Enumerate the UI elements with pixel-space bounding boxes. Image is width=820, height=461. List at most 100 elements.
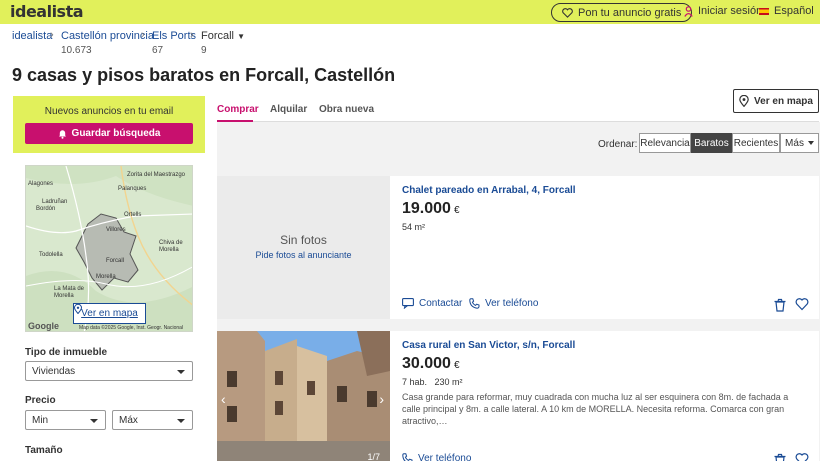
heart-favorite-icon[interactable]: [795, 452, 809, 461]
photo-counter: 1/7: [367, 452, 380, 461]
map-place-label: Alagones: [28, 181, 54, 187]
top-header: idealista Pon tu anuncio gratis Iniciar …: [0, 0, 820, 24]
show-phone-button[interactable]: Ver teléfono: [402, 453, 471, 461]
login-link[interactable]: Iniciar sesión: [684, 5, 762, 17]
tab-comprar[interactable]: Comprar: [217, 104, 259, 115]
sort-recientes[interactable]: Recientes: [732, 133, 780, 153]
login-label: Iniciar sesión: [698, 5, 763, 17]
show-phone-label: Ver teléfono: [485, 298, 539, 309]
listing-title[interactable]: Chalet pareado en Arrabal, 4, Forcall: [402, 185, 576, 196]
location-map[interactable]: Alagones Zorita del Maestrazgo Palanques…: [25, 165, 193, 332]
property-type-value: Viviendas: [32, 365, 76, 377]
breadcrumb-link[interactable]: idealista: [12, 30, 52, 42]
email-alert-box: Nuevos anuncios en tu email Guardar búsq…: [13, 96, 205, 153]
breadcrumb-item-castellon[interactable]: Castellón provincia 10.673: [61, 30, 154, 56]
contact-button[interactable]: Contactar: [402, 298, 462, 309]
listing-description: Casa grande para reformar, muy cuadrada …: [402, 392, 789, 426]
price-max-value: Máx: [119, 414, 138, 426]
photo-prev-icon[interactable]: ‹: [221, 391, 226, 407]
map-place-label: La Mata de Morella: [54, 286, 85, 299]
currency: €: [453, 360, 460, 371]
language-label: Español: [774, 5, 814, 17]
map-place-label: Morella: [96, 274, 116, 280]
listing-price: 19.000 €: [402, 200, 460, 218]
heart-icon: [562, 7, 573, 18]
no-photo-title: Sin fotos: [280, 233, 327, 247]
map-place-label: Todolella: [39, 252, 63, 258]
breadcrumb-separator-icon: ›: [190, 29, 194, 41]
view-on-map-button[interactable]: Ver en mapa: [73, 303, 146, 324]
tab-alquilar[interactable]: Alquilar: [270, 104, 307, 115]
breadcrumb-current[interactable]: Forcall ▼: [201, 30, 245, 42]
sort-baratos[interactable]: Baratos: [691, 133, 732, 153]
heart-favorite-icon[interactable]: [795, 297, 809, 311]
save-search-button[interactable]: Guardar búsqueda: [25, 123, 193, 144]
size-label: Tamaño: [25, 445, 63, 456]
listing-card[interactable]: ‹ › 1/7 Casa rural en San Victor, s/n, F…: [217, 331, 819, 461]
tab-obra-nueva[interactable]: Obra nueva: [319, 104, 374, 115]
street-photo-image: [217, 331, 390, 461]
price-max-select[interactable]: Máx: [112, 410, 193, 430]
price-min-select[interactable]: Min: [25, 410, 106, 430]
price-value: 19.000: [402, 200, 451, 217]
photo-next-icon[interactable]: ›: [379, 391, 384, 407]
currency: €: [453, 205, 460, 216]
map-place-label: Forcall: [106, 258, 125, 264]
breadcrumb-count: 10.673: [61, 45, 92, 56]
price-label: Precio: [25, 395, 56, 406]
map-attribution: Map data ©2025 Google, Inst. Geogr. Naci…: [79, 325, 184, 331]
caret-down-icon: [807, 141, 814, 145]
show-phone-label: Ver teléfono: [418, 453, 472, 461]
google-logo: Google: [28, 321, 59, 331]
price-min-value: Min: [32, 414, 49, 426]
alert-title: Nuevos anuncios en tu email: [44, 106, 174, 117]
trash-icon[interactable]: [773, 298, 787, 312]
phone-icon: [402, 453, 413, 461]
price-value: 30.000: [402, 355, 451, 372]
show-phone-button[interactable]: Ver teléfono: [469, 298, 538, 309]
save-search-label: Guardar búsqueda: [71, 128, 161, 139]
chat-icon: [402, 298, 414, 309]
listing-details: 54 m²: [402, 222, 426, 232]
request-photos-link[interactable]: Pide fotos al anunciante: [217, 250, 390, 260]
page-title: 9 casas y pisos baratos en Forcall, Cast…: [12, 65, 396, 85]
map-place-label: Zorita del Maestrazgo: [126, 172, 186, 178]
caret-down-icon: [177, 419, 185, 423]
post-ad-label: Pon tu anuncio gratis: [578, 6, 682, 19]
trash-icon[interactable]: [773, 453, 787, 461]
listing-card[interactable]: Sin fotos Pide fotos al anunciante Chale…: [217, 176, 819, 319]
listing-title[interactable]: Casa rural en San Victor, s/n, Forcall: [402, 340, 575, 351]
bell-icon: [58, 129, 66, 139]
contact-label: Contactar: [419, 298, 463, 309]
view-map-button[interactable]: Ver en mapa: [733, 89, 819, 113]
view-on-map-label: Ver en mapa: [81, 308, 138, 319]
map-place-label: Ortells: [124, 212, 142, 218]
property-type-label: Tipo de inmueble: [25, 347, 108, 358]
map-place-label: Palanques: [118, 186, 147, 192]
breadcrumb-item-idealista[interactable]: idealista: [12, 30, 52, 42]
listing-price: 30.000 €: [402, 355, 460, 373]
map-place-label: Chiva de Morella: [159, 240, 183, 253]
map-pin-icon: [739, 95, 749, 107]
property-type-select[interactable]: Viviendas: [25, 361, 193, 381]
user-icon: [684, 5, 693, 17]
post-ad-button[interactable]: Pon tu anuncio gratis: [551, 3, 693, 22]
breadcrumb-link[interactable]: Castellón provincia: [61, 30, 154, 42]
listing-photo[interactable]: ‹ › 1/7: [217, 331, 390, 461]
sort-relevancia[interactable]: Relevancia: [639, 133, 691, 153]
idealista-logo[interactable]: idealista: [10, 2, 84, 21]
phone-icon: [469, 298, 480, 309]
breadcrumb-item-forcall[interactable]: Forcall ▼ 9: [201, 30, 245, 56]
breadcrumb-count: 9: [201, 45, 207, 56]
sort-more[interactable]: Más: [780, 133, 819, 153]
breadcrumb-separator-icon: ›: [141, 29, 145, 41]
breadcrumb-current-label: Forcall: [201, 30, 235, 42]
view-map-label: Ver en mapa: [754, 95, 813, 107]
sort-more-label: Más: [785, 137, 804, 149]
breadcrumb-count: 67: [152, 45, 164, 56]
spain-flag-icon: [759, 7, 769, 15]
no-photo-placeholder: Sin fotos Pide fotos al anunciante: [217, 176, 390, 319]
language-selector[interactable]: Español: [759, 5, 814, 17]
caret-down-icon: [90, 419, 98, 423]
map-place-label: Bordón: [36, 206, 56, 212]
